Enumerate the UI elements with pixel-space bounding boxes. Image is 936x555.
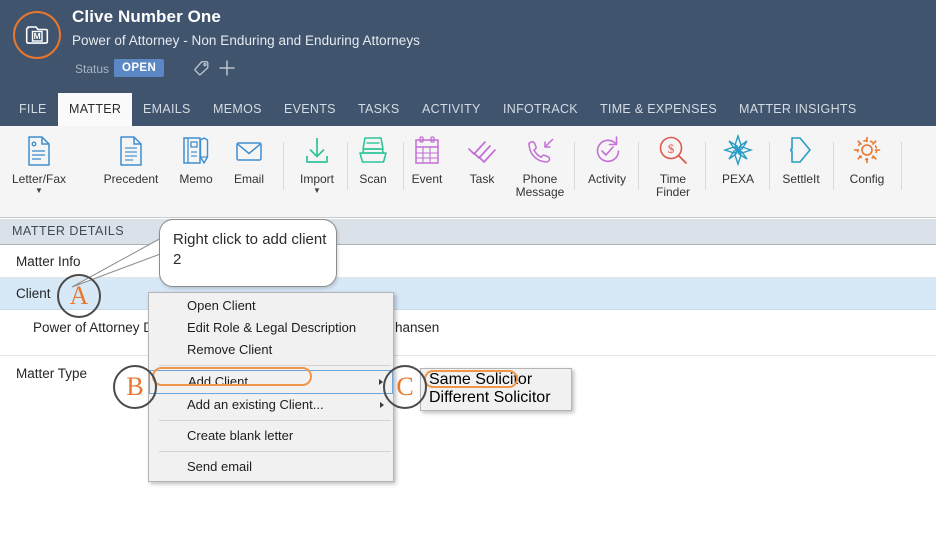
detail-label: Matter Info (16, 254, 81, 269)
tab-tasks[interactable]: TASKS (347, 93, 411, 126)
letter-fax-icon (0, 132, 83, 170)
annotation-circle-c: C (383, 365, 427, 409)
toolbar-button-letter-fax[interactable]: Letter/Fax ▼ (0, 132, 83, 195)
plus-icon[interactable] (216, 57, 238, 79)
tab-matter-insights[interactable]: MATTER INSIGHTS (728, 93, 867, 126)
client-context-menu: Open Client Edit Role & Legal Description… (148, 292, 394, 482)
annotation-circle-a: A (57, 274, 101, 318)
menu-item-label: Edit Role & Legal Description (187, 320, 357, 335)
toolbar-button-config[interactable]: Config (823, 132, 911, 186)
svg-text:$: $ (668, 141, 675, 156)
submenu-item-label: Different Solicitor (429, 389, 551, 406)
tab-time-expenses[interactable]: TIME & EXPENSES (589, 93, 728, 126)
page-title: Clive Number One (72, 7, 221, 26)
detail-label: Matter Type (16, 366, 88, 381)
menu-item-label: Remove Client (187, 342, 273, 357)
tab-label: EMAILS (143, 102, 191, 116)
callout-text: Right click to add client 2 (173, 231, 327, 268)
tab-file[interactable]: FILE (8, 93, 58, 126)
tab-label: ACTIVITY (422, 102, 481, 116)
detail-label: Client (16, 286, 51, 301)
annotation-letter: B (126, 372, 144, 401)
tab-memos[interactable]: MEMOS (202, 93, 273, 126)
matter-folder-icon: M (15, 13, 59, 57)
menu-divider (159, 365, 391, 366)
chevron-down-icon[interactable]: ▼ (0, 187, 83, 195)
tab-events[interactable]: EVENTS (273, 93, 347, 126)
menu-divider (159, 420, 391, 421)
annotation-highlight-same-solicitor (424, 370, 518, 388)
chevron-down-icon[interactable]: ▼ (273, 187, 361, 195)
callout-bubble: Right click to add client 2 (159, 219, 337, 287)
tab-infotrack[interactable]: INFOTRACK (492, 93, 589, 126)
action-toolbar: Letter/Fax ▼ Precedent Memo Email Import ▼ (0, 126, 936, 218)
toolbar-button-label: Config (849, 172, 885, 186)
tab-label: MATTER (69, 102, 122, 116)
tab-label: TASKS (358, 102, 400, 116)
tab-label: FILE (19, 102, 47, 116)
annotation-letter: C (396, 372, 414, 401)
main-tab-bar: FILE MATTER EMAILS MEMOS EVENTS TASKS ACTIVITY… (0, 93, 936, 126)
tab-emails[interactable]: EMAILS (132, 93, 202, 126)
detail-row-matter-info[interactable]: Matter Info (0, 246, 936, 278)
matter-logo-ring: M (13, 11, 61, 59)
menu-item-edit-role-legal-description[interactable]: Edit Role & Legal Description (149, 317, 393, 339)
svg-text:M: M (34, 31, 41, 41)
gear-icon (823, 132, 911, 170)
submenu-item-different-solicitor[interactable]: Different Solicitor (421, 389, 571, 407)
annotation-highlight-add-client (152, 367, 312, 386)
detail-row-client[interactable]: Client (0, 278, 936, 310)
tab-label: EVENTS (284, 102, 336, 116)
menu-item-remove-client[interactable]: Remove Client (149, 339, 393, 361)
matter-details-title: MATTER DETAILS (12, 224, 125, 238)
menu-item-label: Create blank letter (187, 428, 294, 443)
tag-icon[interactable] (192, 58, 212, 78)
status-label: Status (75, 62, 110, 76)
detail-label: Power of Attorney D (33, 320, 154, 335)
annotation-letter: A (69, 281, 89, 310)
menu-item-send-email[interactable]: Send email (149, 456, 393, 478)
menu-divider (159, 451, 391, 452)
matter-details-section-header: MATTER DETAILS (0, 219, 936, 245)
tab-activity[interactable]: ACTIVITY (411, 93, 492, 126)
matter-header: M Clive Number One Power of Attorney - N… (0, 0, 936, 93)
menu-item-label: Open Client (187, 298, 256, 313)
tab-label: MEMOS (213, 102, 262, 116)
detail-row-power-of-attorney[interactable]: Power of Attorney D hansen (0, 310, 936, 356)
menu-item-create-blank-letter[interactable]: Create blank letter (149, 425, 393, 447)
toolbar-button-label: Letter/Fax (11, 172, 67, 186)
status-badge[interactable]: OPEN (114, 59, 165, 77)
tab-label: INFOTRACK (503, 102, 578, 116)
annotation-circle-b: B (113, 365, 157, 409)
detail-value: hansen (395, 320, 440, 335)
tab-matter[interactable]: MATTER (58, 93, 133, 126)
tab-label: MATTER INSIGHTS (739, 102, 857, 116)
menu-item-label: Send email (187, 459, 253, 474)
tab-label: TIME & EXPENSES (600, 102, 718, 116)
menu-item-label: Add an existing Client... (187, 397, 324, 412)
menu-item-add-an-existing-client[interactable]: Add an existing Client... (149, 394, 393, 416)
menu-item-open-client[interactable]: Open Client (149, 295, 393, 317)
submenu-arrow-icon (380, 402, 384, 408)
matter-subtitle: Power of Attorney - Non Enduring and End… (72, 33, 420, 48)
